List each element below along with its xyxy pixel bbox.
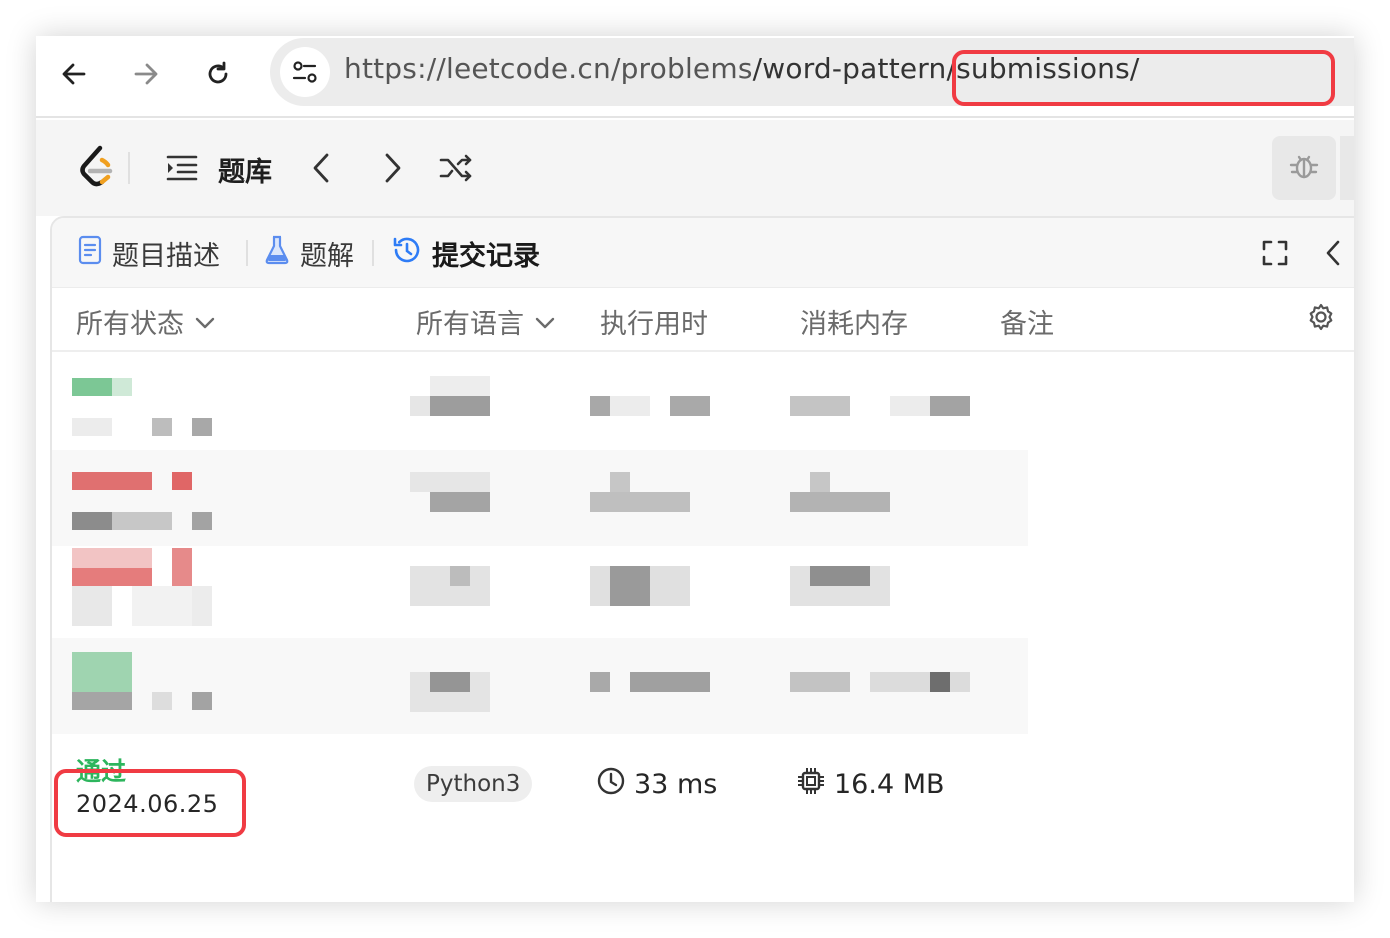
chevron-down-icon (194, 306, 216, 337)
leetcode-toolbar: 题库 (36, 120, 1354, 216)
toolbar-divider (128, 152, 130, 184)
browser-toolbar: https://leetcode.cn/problems/word-patter… (36, 36, 1354, 118)
memory-chip-icon (796, 766, 826, 803)
status-filter-label: 所有状态 (76, 309, 184, 340)
back-arrow-icon[interactable] (54, 54, 94, 94)
shuffle-icon[interactable] (436, 148, 476, 188)
table-row[interactable]: 通过 2024.06.25 Python3 33 ms 16.4 MB (52, 736, 1354, 837)
url-highlight-box (952, 50, 1335, 106)
browser-window: https://leetcode.cn/problems/word-patter… (36, 36, 1354, 902)
table-row-obscured[interactable] (52, 354, 1028, 450)
table-row-obscured[interactable] (52, 450, 1028, 546)
flask-icon (264, 235, 290, 272)
toolbar-button-partial[interactable] (1340, 136, 1354, 200)
submissions-panel: 题目描述 题解 提交记录 所有状态 所有语言 执行用时 消耗内存 备注 通过 2… (50, 216, 1354, 902)
language-badge: Python3 (414, 766, 533, 802)
tab-label: 题解 (300, 240, 354, 272)
tab-divider (372, 240, 374, 266)
tab-divider (246, 240, 248, 266)
date-highlight-box (54, 769, 246, 837)
site-settings-icon[interactable] (280, 47, 330, 97)
reload-icon[interactable] (198, 54, 238, 94)
language-filter-label: 所有语言 (416, 309, 524, 340)
table-row-obscured[interactable] (52, 546, 1028, 638)
table-row-obscured[interactable] (52, 638, 1028, 734)
tab-solutions[interactable]: 题解 (264, 234, 354, 272)
runtime-cell: 33 ms (596, 766, 717, 803)
chevron-left-icon[interactable] (302, 148, 342, 188)
language-filter[interactable]: 所有语言 (416, 302, 556, 341)
tab-label: 提交记录 (432, 240, 540, 272)
problem-bank-label[interactable]: 题库 (218, 150, 272, 189)
chevron-right-icon[interactable] (372, 148, 412, 188)
panel-tabs: 题目描述 题解 提交记录 (52, 218, 1354, 288)
tab-label: 题目描述 (112, 240, 220, 272)
memory-value: 16.4 MB (834, 769, 945, 800)
tab-submissions[interactable]: 提交记录 (392, 234, 540, 272)
runtime-column-header: 执行用时 (600, 309, 708, 340)
forward-arrow-icon[interactable] (126, 54, 166, 94)
debug-bug-icon (1288, 150, 1320, 186)
runtime-value: 33 ms (634, 769, 718, 800)
leetcode-logo[interactable] (76, 144, 116, 192)
chevron-down-icon (534, 306, 556, 337)
fullscreen-icon[interactable] (1256, 234, 1294, 272)
tab-description[interactable]: 题目描述 (78, 234, 220, 272)
clock-icon (596, 766, 626, 803)
memory-cell: 16.4 MB (796, 766, 945, 803)
notes-column-header: 备注 (1000, 309, 1054, 340)
document-icon (78, 235, 102, 272)
address-bar[interactable]: https://leetcode.cn/problems/word-patter… (270, 38, 1354, 106)
status-filter[interactable]: 所有状态 (76, 302, 216, 341)
submissions-table-header: 所有状态 所有语言 执行用时 消耗内存 备注 (52, 288, 1354, 352)
collapse-chevron-icon[interactable] (1314, 234, 1352, 272)
settings-gear-icon[interactable] (1306, 302, 1336, 332)
url-prefix: https://leetcode.cn/problems (344, 52, 753, 85)
memory-column-header: 消耗内存 (800, 309, 908, 340)
list-icon[interactable] (162, 148, 202, 188)
history-clock-icon (392, 235, 422, 272)
debug-button[interactable] (1272, 136, 1336, 200)
